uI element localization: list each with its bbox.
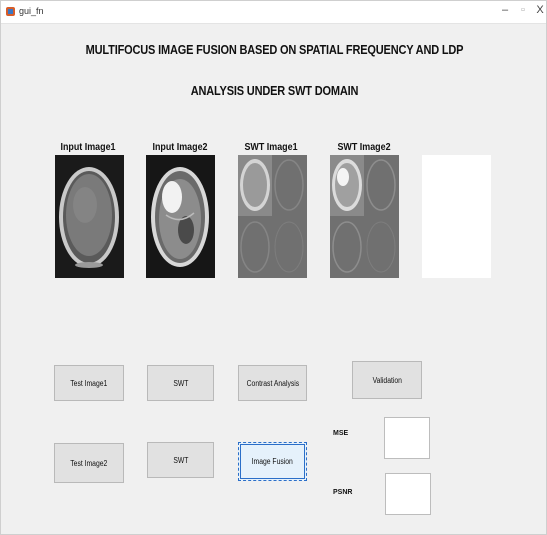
page-subtitle: ANALYSIS UNDER SWT DOMAIN	[190, 84, 359, 98]
mse-label: MSE	[333, 430, 349, 437]
validation-button-label: Validation	[372, 375, 402, 385]
swt-image1-label: SWT Image1	[244, 141, 298, 153]
contrast-analysis-button[interactable]: Contrast Analysis	[238, 365, 307, 401]
swt2-button-label: SWT	[172, 455, 189, 465]
image-fusion-button-label: Image Fusion	[251, 457, 294, 466]
swt2-decomposition-image	[330, 155, 399, 278]
input-image1-axes	[55, 155, 124, 278]
test-image1-button[interactable]: Test Image1	[54, 365, 124, 401]
test-image2-button[interactable]: Test Image2	[54, 443, 124, 483]
gui-window: gui_fn – ▫ X MULTIFOCUS IMAGE FUSION BAS…	[0, 0, 547, 535]
psnr-field[interactable]	[385, 473, 431, 515]
swt-image2-axes	[330, 155, 399, 278]
input-image2-axes	[146, 155, 215, 278]
test-image2-button-label: Test Image2	[70, 458, 108, 468]
input-image1-label: Input Image1	[60, 141, 116, 153]
test-image1-button-label: Test Image1	[70, 378, 108, 388]
close-button[interactable]: X	[532, 4, 547, 16]
swt-image1-axes	[238, 155, 307, 278]
swt1-button[interactable]: SWT	[147, 365, 214, 401]
page-title: MULTIFOCUS IMAGE FUSION BASED ON SPATIAL…	[85, 43, 464, 57]
validation-button[interactable]: Validation	[352, 361, 422, 399]
window-title: gui_fn	[19, 6, 44, 16]
contrast-analysis-button-label: Contrast Analysis	[246, 378, 299, 388]
minimize-button[interactable]: –	[497, 4, 513, 16]
psnr-label: PSNR	[333, 489, 353, 496]
swt2-button[interactable]: SWT	[147, 442, 214, 478]
swt-image2-label: SWT Image2	[337, 141, 391, 153]
title-bar: gui_fn – ▫ X	[1, 1, 546, 24]
maximize-button[interactable]: ▫	[515, 4, 531, 16]
matlab-icon	[6, 7, 15, 16]
input-image2-label: Input Image2	[152, 141, 208, 153]
image-fusion-button[interactable]: Image Fusion	[238, 442, 307, 481]
mse-field[interactable]	[384, 417, 430, 459]
mri-scan-image	[146, 155, 215, 278]
swt1-button-label: SWT	[172, 378, 189, 388]
swt1-decomposition-image	[238, 155, 307, 278]
ct-scan-image	[55, 155, 124, 278]
fused-image-axes	[422, 155, 491, 278]
